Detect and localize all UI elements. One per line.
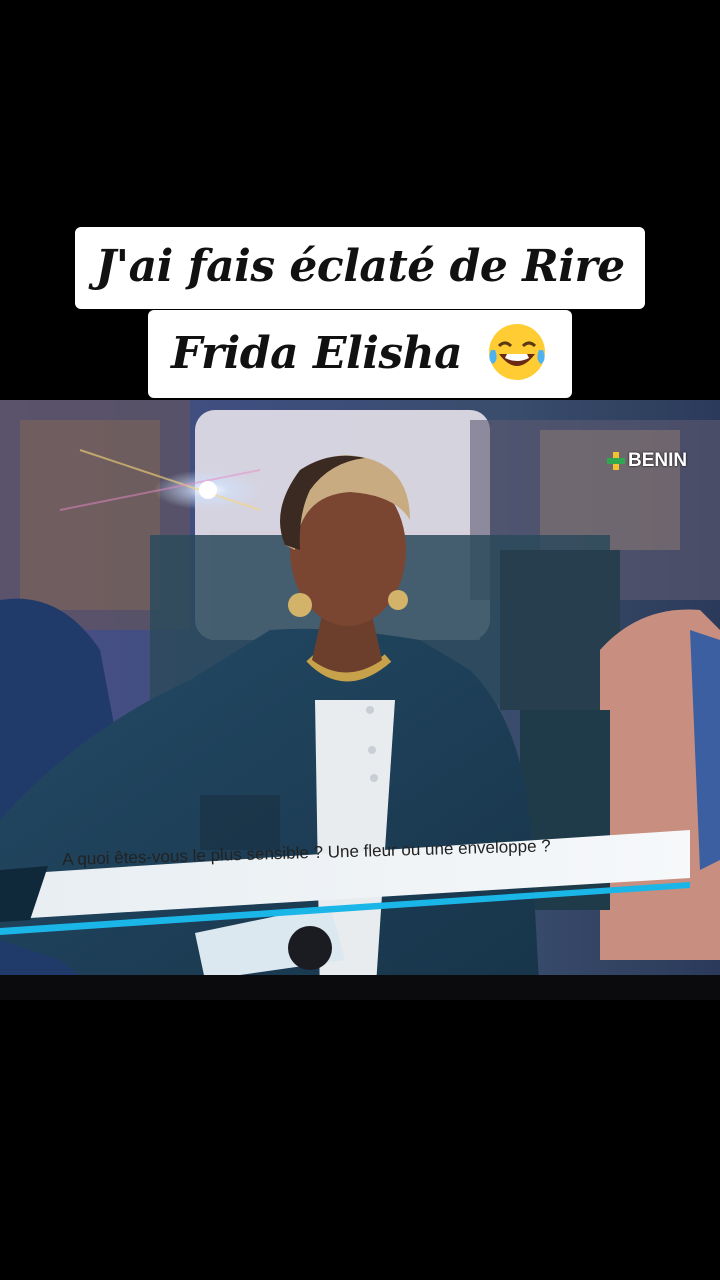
tv-scene [0,400,720,1000]
channel-name: BENIN [628,450,688,471]
caption-text-1: J'ai fais éclaté de Rire [95,241,625,292]
plus-icon [607,452,625,470]
caption-line-2: Frida Elisha [148,310,572,398]
laughing-tears-emoji-icon [489,323,546,380]
caption-line-1: J'ai fais éclaté de Rire [75,227,645,309]
channel-logo: BENIN [606,448,687,474]
video-frame: BENIN A quoi êtes-vous le plus sensible … [0,0,720,1280]
tv-screen [0,400,720,1000]
caption-text-2: Frida Elisha [170,328,463,379]
